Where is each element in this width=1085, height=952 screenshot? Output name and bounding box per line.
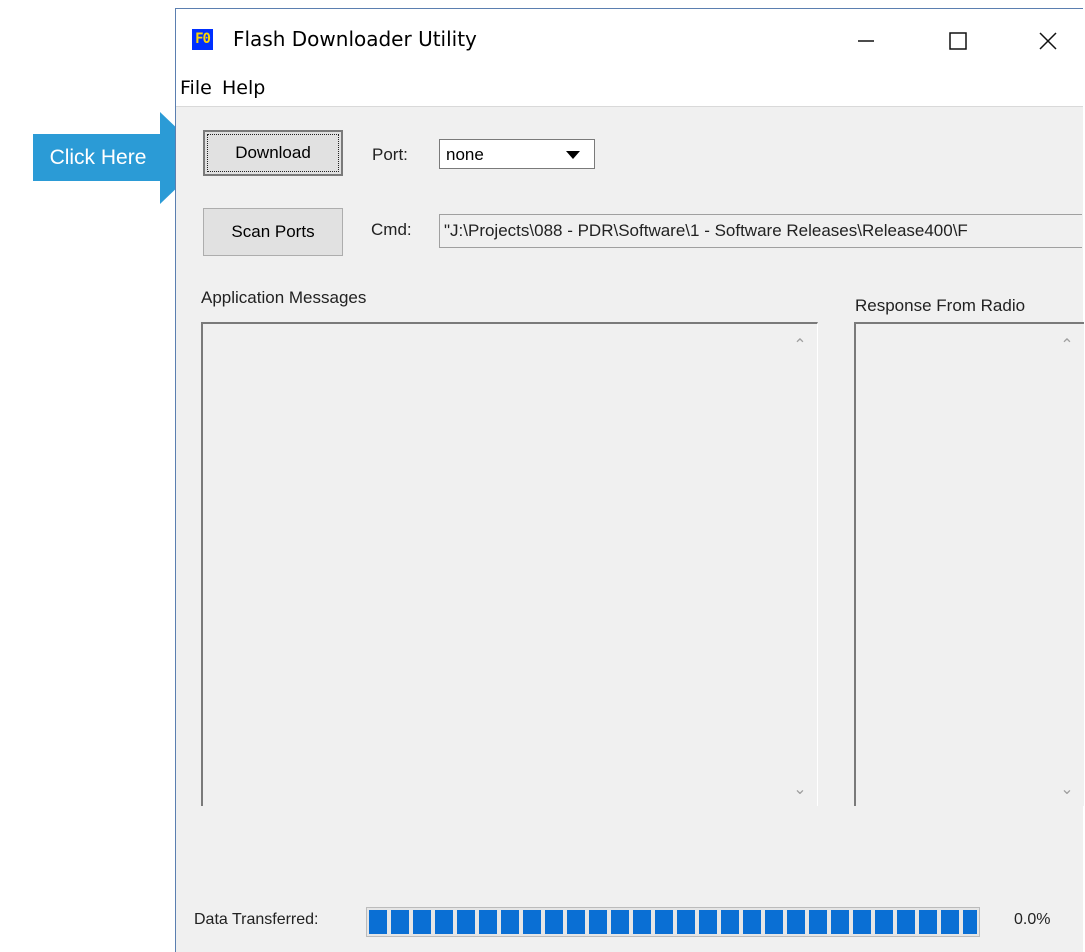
progress-fill	[369, 910, 977, 934]
close-icon	[1039, 32, 1057, 50]
progress-percent: 0.0%	[1014, 911, 1051, 928]
port-select[interactable]: none	[439, 139, 595, 169]
data-transferred-label: Data Transferred:	[194, 911, 319, 928]
title-bar[interactable]: F0 Flash Downloader Utility	[176, 9, 1083, 71]
chevron-down-icon	[566, 151, 580, 159]
scroll-down-icon[interactable]: ⌄	[1050, 772, 1084, 806]
progress-bar	[366, 907, 980, 937]
response-scrollbar[interactable]: ⌃ ⌄	[1050, 324, 1084, 806]
app-messages-scrollbar[interactable]: ⌃ ⌄	[783, 324, 817, 806]
cmd-field-value: "J:\Projects\088 - PDR\Software\1 - Soft…	[444, 221, 968, 240]
scroll-up-icon[interactable]: ⌃	[783, 328, 817, 362]
download-button[interactable]: Download	[203, 130, 343, 176]
window-title: Flash Downloader Utility	[233, 27, 477, 51]
menu-help[interactable]: Help	[222, 77, 265, 99]
port-select-value: none	[446, 145, 484, 164]
cmd-label: Cmd:	[371, 220, 412, 239]
scroll-up-icon[interactable]: ⌃	[1050, 328, 1084, 362]
minimize-icon	[858, 40, 874, 42]
callout-label: Click Here	[33, 134, 163, 181]
port-label: Port:	[372, 145, 408, 164]
response-from-radio-label: Response From Radio	[855, 296, 1026, 315]
maximize-icon	[949, 32, 967, 50]
menu-file[interactable]: File	[180, 77, 212, 99]
minimize-button[interactable]	[836, 19, 896, 63]
menu-bar: File Help	[176, 71, 1083, 107]
app-window: F0 Flash Downloader Utility File Help Do…	[175, 8, 1084, 952]
response-from-radio-box[interactable]: ⌃ ⌄	[854, 322, 1084, 806]
scroll-down-icon[interactable]: ⌄	[783, 772, 817, 806]
close-button[interactable]	[1018, 19, 1078, 63]
scan-ports-button[interactable]: Scan Ports	[203, 208, 343, 256]
application-messages-box[interactable]: ⌃ ⌄	[201, 322, 818, 806]
cmd-field[interactable]: "J:\Projects\088 - PDR\Software\1 - Soft…	[439, 214, 1082, 248]
maximize-button[interactable]	[928, 19, 988, 63]
app-icon: F0	[192, 29, 213, 50]
application-messages-label: Application Messages	[201, 288, 367, 307]
